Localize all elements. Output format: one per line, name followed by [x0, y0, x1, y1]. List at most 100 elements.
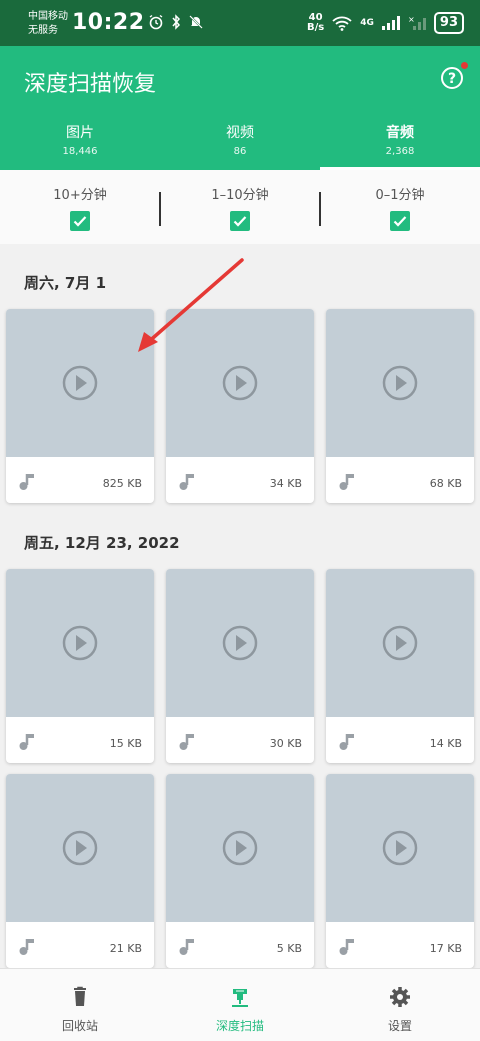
- filter-0-1-min[interactable]: 0–1分钟: [320, 170, 480, 244]
- thumbnail: [6, 569, 154, 717]
- audio-item[interactable]: 15 KB: [6, 569, 154, 763]
- file-size: 30 KB: [269, 737, 302, 750]
- file-size: 15 KB: [109, 737, 142, 750]
- play-icon[interactable]: [62, 830, 98, 866]
- carrier-name: 中国移动: [28, 11, 68, 22]
- play-icon[interactable]: [222, 365, 258, 401]
- nav-label: 深度扫描: [215, 1019, 264, 1033]
- thumbnail: [326, 309, 474, 457]
- alarm-icon: [149, 14, 163, 30]
- audio-item[interactable]: 5 KB: [166, 774, 314, 968]
- carrier-status: 无服务: [28, 25, 58, 36]
- play-icon[interactable]: [62, 625, 98, 661]
- deep-scan-icon: [232, 989, 248, 1007]
- file-size: 5 KB: [276, 942, 302, 955]
- music-note-icon: [339, 939, 354, 955]
- filter-label: 0–1分钟: [375, 188, 425, 203]
- filter-checkbox[interactable]: [70, 211, 90, 231]
- music-note-icon: [339, 734, 354, 750]
- music-note-icon: [179, 939, 194, 955]
- filter-label: 1–10分钟: [211, 188, 269, 203]
- battery-indicator: 93: [433, 12, 464, 34]
- audio-item[interactable]: 68 KB: [326, 309, 474, 503]
- thumbnail: [326, 774, 474, 922]
- svg-text:?: ?: [448, 71, 456, 87]
- file-size: 14 KB: [429, 737, 462, 750]
- play-icon[interactable]: [382, 830, 418, 866]
- bluetooth-icon: [172, 14, 181, 30]
- mute-icon: [189, 15, 203, 29]
- gear-icon: [390, 987, 410, 1007]
- thumbnail: [6, 774, 154, 922]
- audio-item[interactable]: 14 KB: [326, 569, 474, 763]
- tab-count: 18,446: [62, 146, 98, 157]
- play-icon[interactable]: [382, 625, 418, 661]
- category-tabs: 图片 18,446 视频 86 音频 2,368: [0, 116, 480, 170]
- filter-label: 10+分钟: [53, 188, 107, 203]
- date-header: 周五, 12月 23, 2022: [24, 534, 180, 552]
- date-header: 周六, 7月 1: [24, 274, 107, 292]
- audio-item[interactable]: 21 KB: [6, 774, 154, 968]
- nav-deep-scan[interactable]: 深度扫描: [160, 969, 320, 1041]
- check-icon: [73, 216, 87, 227]
- notification-dot: [461, 62, 468, 69]
- tab-label: 图片: [66, 125, 94, 141]
- thumbnail: [166, 569, 314, 717]
- tab-count: 2,368: [385, 146, 415, 157]
- tab-label: 视频: [226, 125, 254, 141]
- music-note-icon: [339, 474, 354, 490]
- tab-audio[interactable]: 音频 2,368: [320, 116, 480, 170]
- check-icon: [233, 216, 247, 227]
- tab-videos[interactable]: 视频 86: [160, 116, 320, 170]
- play-icon[interactable]: [382, 365, 418, 401]
- play-icon[interactable]: [222, 830, 258, 866]
- duration-filters: 10+分钟 1–10分钟 0–1分钟: [0, 170, 480, 244]
- annotation-arrow-icon: [138, 258, 244, 352]
- audio-item[interactable]: 17 KB: [326, 774, 474, 968]
- app-header: 深度扫描恢复 ? 图片 18,446 视频 86 音频 2,368: [0, 46, 480, 170]
- status-bar: 中国移动 无服务 10:22 40 B/s 4G × 93: [0, 0, 480, 46]
- file-size: 34 KB: [269, 477, 302, 490]
- tab-label: 音频: [386, 125, 414, 141]
- nav-recycle-bin[interactable]: 回收站: [0, 969, 160, 1041]
- music-note-icon: [179, 474, 194, 490]
- play-icon[interactable]: [62, 365, 98, 401]
- music-note-icon: [19, 939, 34, 955]
- filter-10plus-min[interactable]: 10+分钟: [0, 170, 160, 244]
- nav-label: 回收站: [61, 1019, 98, 1033]
- svg-text:×: ×: [408, 16, 415, 24]
- page-title: 深度扫描恢复: [24, 72, 157, 97]
- nav-settings[interactable]: 设置: [320, 969, 480, 1041]
- network-speed: 40 B/s: [307, 12, 325, 33]
- filter-1-10-min[interactable]: 1–10分钟: [160, 170, 320, 244]
- clock: 10:22: [72, 10, 145, 35]
- play-icon[interactable]: [222, 625, 258, 661]
- filter-divider: [159, 192, 161, 226]
- file-size: 68 KB: [429, 477, 462, 490]
- filter-checkbox[interactable]: [390, 211, 410, 231]
- file-size: 825 KB: [102, 477, 142, 490]
- file-size: 17 KB: [429, 942, 462, 955]
- music-note-icon: [19, 474, 34, 490]
- signal-none-icon: ×: [408, 16, 426, 30]
- music-note-icon: [179, 734, 194, 750]
- tab-images[interactable]: 图片 18,446: [0, 116, 160, 170]
- bottom-nav: 回收站 深度扫描 设置: [0, 968, 480, 1041]
- file-size: 21 KB: [109, 942, 142, 955]
- trash-icon: [74, 986, 86, 1006]
- help-icon: ?: [441, 67, 463, 89]
- check-icon: [393, 216, 407, 227]
- thumbnail: [166, 774, 314, 922]
- filter-checkbox[interactable]: [230, 211, 250, 231]
- filter-divider: [319, 192, 321, 226]
- signal-icon: [381, 16, 400, 30]
- audio-item[interactable]: 30 KB: [166, 569, 314, 763]
- tab-count: 86: [233, 146, 247, 157]
- network-type: 4G: [360, 18, 374, 28]
- thumbnail: [326, 569, 474, 717]
- help-button[interactable]: ?: [440, 62, 468, 90]
- carrier-info: 中国移动 无服务: [28, 10, 68, 38]
- music-note-icon: [19, 734, 34, 750]
- nav-label: 设置: [387, 1019, 412, 1033]
- wifi-icon: [332, 16, 352, 31]
